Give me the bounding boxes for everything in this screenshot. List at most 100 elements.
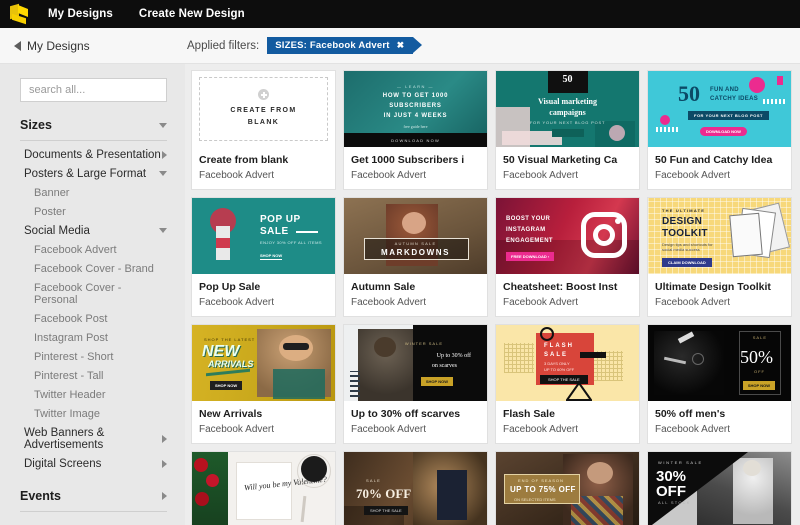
design-thumbnail[interactable]: BOOST YOUR INSTAGRAM ENGAGEMENT FREE DOW… (496, 198, 639, 275)
design-card-meta: Autumn Sale Facebook Advert (344, 274, 487, 316)
design-thumbnail[interactable]: Will you be my Valentine? (192, 452, 335, 525)
filter-chip-size[interactable]: SIZES: Facebook Advert ✖ (267, 37, 423, 54)
chevron-right-icon[interactable] (162, 459, 167, 468)
chevron-down-icon[interactable] (159, 122, 167, 128)
sidebar-section-header-events[interactable]: Events (0, 485, 185, 507)
design-card-meta: Flash Sale Facebook Advert (496, 401, 639, 443)
sidebar-item-twitter-image[interactable]: Twitter Image (0, 404, 185, 423)
chevron-down-icon[interactable] (159, 228, 167, 233)
design-card-title: 50 Fun and Catchy Idea (655, 154, 773, 166)
design-card-subtitle: Facebook Advert (351, 297, 427, 309)
nav-my-designs[interactable]: My Designs (48, 8, 113, 20)
design-card[interactable]: SALE 70% OFF SHOP THE SALESale DiscountF… (343, 451, 488, 525)
dashed-placeholder: CREATE FROM BLANK (199, 77, 328, 141)
nav-create-new-design[interactable]: Create New Design (139, 8, 245, 20)
sidebar-item-instagram-post[interactable]: Instagram Post (0, 328, 185, 347)
design-card-meta: 50 Visual Marketing Ca Facebook Advert (496, 147, 639, 189)
design-thumbnail[interactable]: 50 FUN AND CATCHY IDEAS FOR YOUR NEXT BL… (648, 71, 791, 147)
sidebar-item-pinterest-tall[interactable]: Pinterest - Tall (0, 366, 185, 385)
sidebar-divider (20, 140, 167, 141)
sidebar-item-label: Social Media (24, 224, 90, 237)
sidebar-item-label: Twitter Image (34, 407, 101, 420)
sidebar-item-label: Banner (34, 186, 70, 199)
design-card-subtitle: Facebook Advert (199, 170, 275, 182)
top-navigation: My Designs Create New Design (48, 8, 245, 20)
chevron-right-icon[interactable] (162, 150, 167, 159)
sidebar-item-facebook-post[interactable]: Facebook Post (0, 309, 185, 328)
design-card[interactable]: CREATE FROM BLANK Create from blank Faceboo… (191, 70, 336, 191)
sidebar-item-pinterest-short[interactable]: Pinterest - Short (0, 347, 185, 366)
sidebar-item-label: Instagram Post (34, 331, 108, 344)
close-icon[interactable]: ✖ (397, 40, 405, 51)
design-card[interactable]: SALE 50% OFF SHOP NOW 50% off men's Facebo… (647, 324, 792, 445)
design-thumbnail[interactable]: WINTER SALE Up to 30% off on scarves SHO… (344, 325, 487, 402)
search-box[interactable] (20, 78, 167, 102)
sidebar-item-facebook-cover-personal[interactable]: Facebook Cover - Personal (0, 278, 185, 309)
sidebar-item-web-banners-advertisements[interactable]: Web Banners & Advertisements (0, 423, 185, 454)
sidebar-item-poster[interactable]: Poster (0, 202, 185, 221)
design-thumbnail[interactable]: SALE 70% OFF SHOP THE SALE (344, 452, 487, 525)
design-thumbnail[interactable]: THE ULTIMATE DESIGN TOOLKIT Design tips … (648, 198, 791, 275)
design-thumbnail[interactable]: AUTUMN SALE MARKDOWNS (344, 198, 487, 275)
design-card-title: Autumn Sale (351, 281, 416, 294)
design-card[interactable]: THE ULTIMATE DESIGN TOOLKIT Design tips … (647, 197, 792, 318)
design-card-subtitle: Facebook Advert (351, 170, 427, 182)
design-card-meta: 50 Fun and Catchy Idea Facebook Advert (648, 147, 791, 189)
design-card-title: 50 Visual Marketing Ca (503, 154, 618, 166)
applied-filters: Applied filters: SIZES: Facebook Advert … (187, 37, 423, 54)
design-thumbnail[interactable]: POP UP SALE ENJOY 30% OFF ALL ITEMS SHOP… (192, 198, 335, 275)
sidebar-section-title: Sizes (20, 118, 52, 132)
design-card-meta: New Arrivals Facebook Advert (192, 401, 335, 443)
design-card-meta: Ultimate Design Toolkit Facebook Advert (648, 274, 791, 316)
chevron-right-icon[interactable] (162, 492, 167, 500)
design-card[interactable]: — LEARN — HOW TO GET 1000 SUBSCRIBERS IN… (343, 70, 488, 191)
sidebar-item-label: Posters & Large Format (24, 167, 147, 180)
design-card-title: Up to 30% off scarves (351, 408, 461, 421)
design-card[interactable]: FLASH SALE 3 DAYS ONLY UP TO 60% OFF SHO… (495, 324, 640, 445)
main-body: Sizes Documents & Presentation Posters & L… (0, 64, 800, 525)
chevron-down-icon[interactable] (159, 171, 167, 176)
design-card-subtitle: Facebook Advert (655, 297, 731, 309)
search-input[interactable] (29, 84, 158, 96)
design-thumbnail[interactable]: FLASH SALE 3 DAYS ONLY UP TO 60% OFF SHO… (496, 325, 639, 402)
design-card-subtitle: Facebook Advert (503, 424, 579, 436)
design-card[interactable]: 50 FUN AND CATCHY IDEAS FOR YOUR NEXT BL… (647, 70, 792, 191)
sidebar-section-header-sizes[interactable]: Sizes (0, 114, 185, 136)
design-card[interactable]: WINTER SALE 30% OFF ALL STOCK30% Off Win… (647, 451, 792, 525)
design-card[interactable]: POP UP SALE ENJOY 30% OFF ALL ITEMS SHOP… (191, 197, 336, 318)
design-thumbnail[interactable]: WINTER SALE 30% OFF ALL STOCK (648, 452, 791, 525)
design-card[interactable]: Will you be my Valentine? Will you be my… (191, 451, 336, 525)
design-card[interactable]: AUTUMN SALE MARKDOWNS Autumn Sale Facebook… (343, 197, 488, 318)
sidebar-item-twitter-header[interactable]: Twitter Header (0, 385, 185, 404)
design-card[interactable]: SHOP THE LATEST NEW ARRIVALS SHOP NOW New… (191, 324, 336, 445)
sidebar-item-facebook-cover-brand[interactable]: Facebook Cover - Brand (0, 259, 185, 278)
design-card[interactable]: BOOST YOUR INSTAGRAM ENGAGEMENT FREE DOW… (495, 197, 640, 318)
sidebar-item-posters-large-format[interactable]: Posters & Large Format (0, 164, 185, 183)
sidebar-item-label: Twitter Header (34, 388, 106, 401)
sidebar-item-social-media[interactable]: Social Media (0, 221, 185, 240)
create-from-blank-thumbnail[interactable]: CREATE FROM BLANK (192, 71, 335, 147)
design-thumbnail[interactable]: 50 Visual marketing campaigns FOR YOUR N… (496, 71, 639, 147)
sidebar-item-label: Documents & Presentation (24, 148, 161, 161)
design-thumbnail[interactable]: — LEARN — HOW TO GET 1000 SUBSCRIBERS IN… (344, 71, 487, 147)
sidebar-item-banner[interactable]: Banner (0, 183, 185, 202)
design-card-subtitle: Facebook Advert (655, 424, 731, 436)
sidebar-item-label: Pinterest - Tall (34, 369, 104, 382)
design-grid-area: CREATE FROM BLANK Create from blank Faceboo… (185, 64, 800, 525)
design-card-meta: 50% off men's Facebook Advert (648, 401, 791, 443)
design-thumbnail[interactable]: SHOP THE LATEST NEW ARRIVALS SHOP NOW (192, 325, 335, 402)
sidebar-item-digital-screens[interactable]: Digital Screens (0, 454, 185, 473)
sidebar-item-documents-presentation[interactable]: Documents & Presentation (0, 145, 185, 164)
sidebar-item-facebook-advert[interactable]: Facebook Advert (0, 240, 185, 259)
design-card[interactable]: 50 Visual marketing campaigns FOR YOUR N… (495, 70, 640, 191)
app-logo[interactable] (8, 3, 34, 25)
design-card[interactable]: END OF SEASON UP TO 75% OFF ON SELECTED … (495, 451, 640, 525)
design-thumbnail[interactable]: SALE 50% OFF SHOP NOW (648, 325, 791, 402)
back-to-my-designs[interactable]: My Designs (0, 39, 185, 53)
design-card-title: Create from blank (199, 154, 289, 166)
design-card[interactable]: WINTER SALE Up to 30% off on scarves SHO… (343, 324, 488, 445)
chevron-right-icon[interactable] (162, 434, 167, 443)
design-thumbnail[interactable]: END OF SEASON UP TO 75% OFF ON SELECTED … (496, 452, 639, 525)
design-card-title: New Arrivals (199, 408, 263, 421)
top-bar: My Designs Create New Design (0, 0, 800, 28)
